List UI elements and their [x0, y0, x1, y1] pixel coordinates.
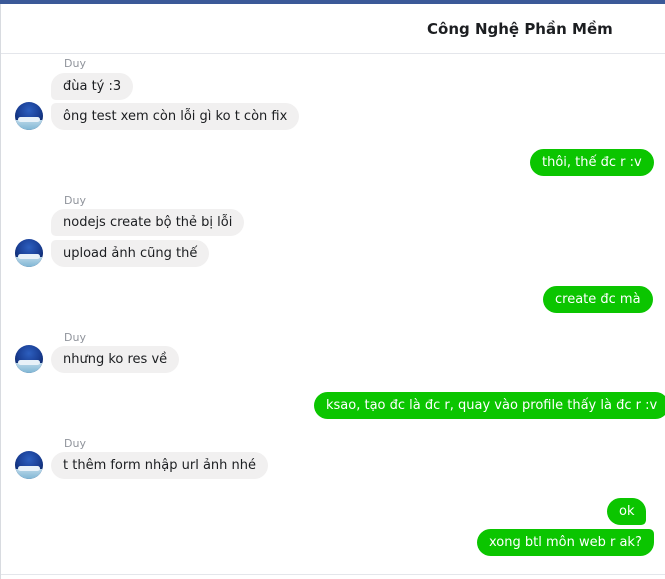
- user-avatar-icon[interactable]: [15, 345, 43, 373]
- conversation-header: Công Nghệ Phần Mềm: [1, 4, 665, 54]
- sender-name: Duy: [64, 437, 86, 450]
- user-avatar-icon[interactable]: [15, 102, 43, 130]
- sender-name: Duy: [64, 331, 86, 344]
- user-avatar-icon[interactable]: [15, 451, 43, 479]
- sender-name: Duy: [64, 57, 86, 70]
- composer-divider: [1, 574, 665, 575]
- message-bubble-outgoing[interactable]: ksao, tạo đc là đc r, quay vào profile t…: [314, 392, 665, 419]
- user-avatar-icon[interactable]: [15, 239, 43, 267]
- message-bubble-outgoing[interactable]: create đc mà: [543, 286, 653, 313]
- left-border: [0, 4, 1, 579]
- message-bubble-incoming[interactable]: nodejs create bộ thẻ bị lỗi: [51, 209, 245, 236]
- message-bubble-incoming[interactable]: t thêm form nhập url ảnh nhé: [51, 452, 269, 479]
- message-bubble-outgoing[interactable]: thôi, thế đc r :v: [530, 149, 654, 176]
- message-bubble-incoming[interactable]: upload ảnh cũng thế: [51, 240, 210, 267]
- message-bubble-incoming[interactable]: nhưng ko res về: [51, 346, 180, 373]
- conversation-title[interactable]: Công Nghệ Phần Mềm: [427, 20, 613, 38]
- message-bubble-outgoing[interactable]: xong btl môn web r ak?: [477, 529, 654, 556]
- sender-name: Duy: [64, 194, 86, 207]
- message-bubble-incoming[interactable]: ông test xem còn lỗi gì ko t còn fix: [51, 103, 300, 130]
- message-bubble-outgoing[interactable]: ok: [607, 498, 647, 525]
- message-bubble-incoming[interactable]: đùa tý :3: [51, 73, 134, 100]
